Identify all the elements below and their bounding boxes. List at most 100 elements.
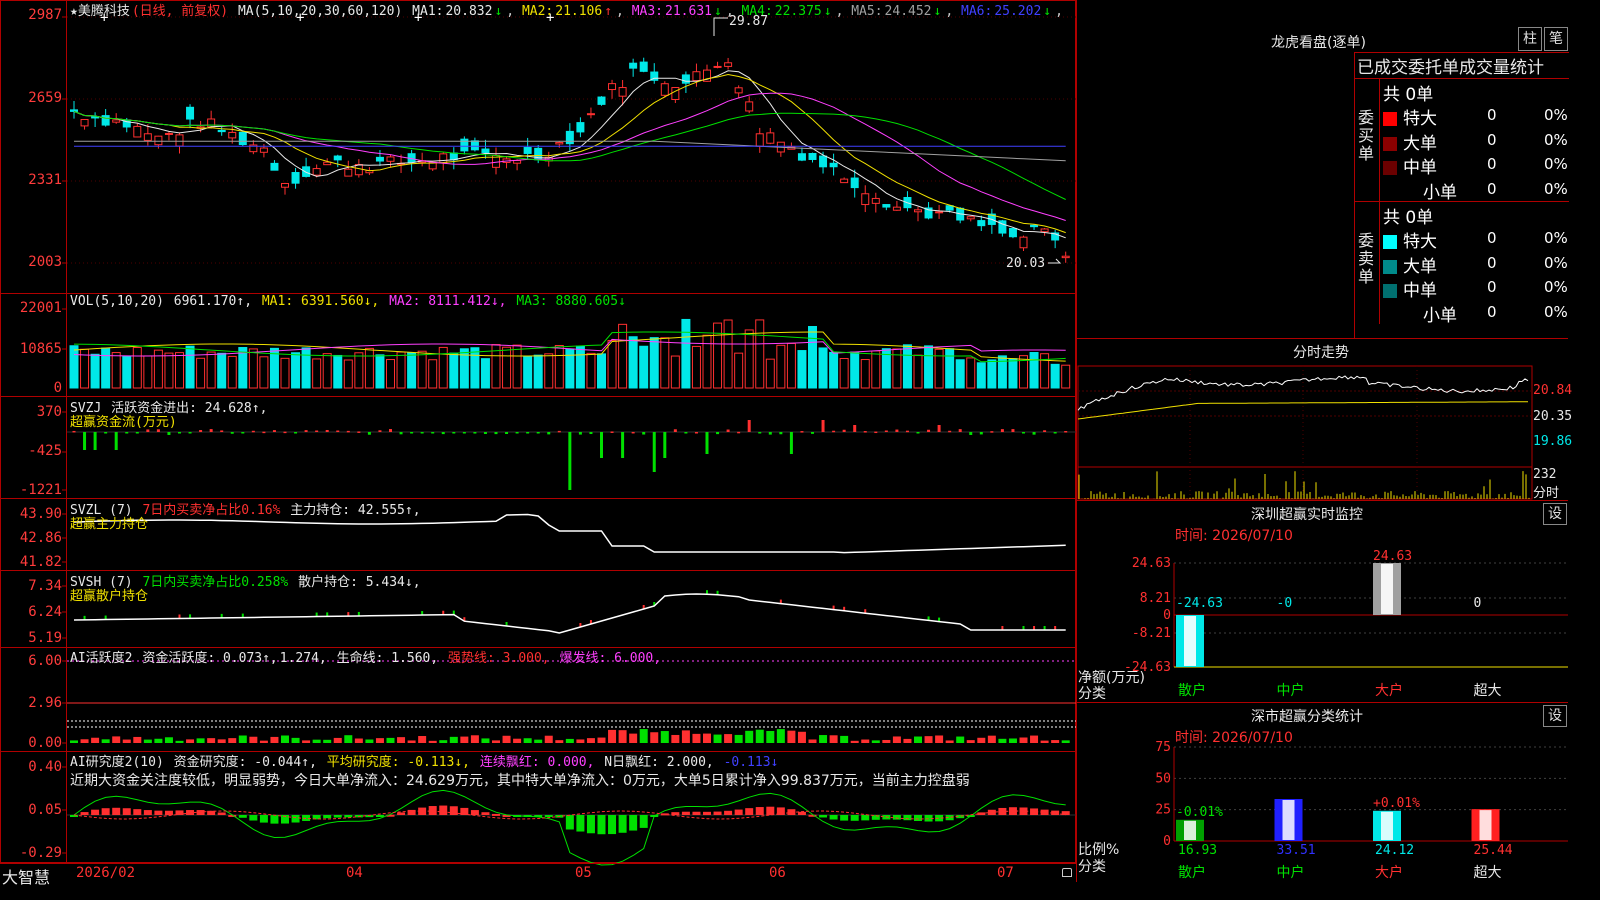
candle-body xyxy=(175,134,184,147)
ai1-bar xyxy=(871,740,880,743)
fenshi-panel[interactable]: 分时走势 20.84 20.35 19.86 232 分时 xyxy=(1077,338,1572,501)
ai2-bar xyxy=(576,815,585,832)
ma-label: MA6: xyxy=(961,4,993,19)
ai2-bar xyxy=(639,815,648,828)
svzj-bar xyxy=(251,430,255,433)
volume-bar xyxy=(164,352,174,389)
svsh-ytick-2: 5.19 xyxy=(28,630,62,646)
color-square-icon xyxy=(1383,284,1397,298)
sell-side-label-box: 委卖单 xyxy=(1355,202,1380,324)
candle-body xyxy=(977,220,986,227)
ai2-bar xyxy=(101,808,110,815)
volume-bar xyxy=(111,352,121,389)
color-square-icon xyxy=(1383,259,1397,274)
main-chart-area[interactable]: + + + + ★美腾科技 (日线, 前复权) MA(5,10,20,30,60,120… xyxy=(0,0,1076,887)
candle-body xyxy=(217,129,226,133)
ai2-bar xyxy=(713,811,722,815)
sell-row-2: 中单 0 0% xyxy=(1383,276,1569,301)
mid-line xyxy=(1355,201,1569,202)
lock-icon[interactable] xyxy=(1062,868,1072,877)
svzj-bar xyxy=(948,430,952,433)
svsh-ytick-1: 6.24 xyxy=(28,604,62,620)
ai2-bar xyxy=(681,811,690,815)
ai1-bar xyxy=(671,734,680,743)
ai2-bar xyxy=(797,811,806,815)
longhu-title: 龙虎看盘(逐单) xyxy=(1271,35,1366,51)
svzj-bar xyxy=(473,432,477,434)
volume-bar xyxy=(312,358,322,389)
ai2-bar xyxy=(565,815,574,830)
volume-bar xyxy=(913,354,923,389)
svzj-bar xyxy=(747,420,751,432)
volume-bar xyxy=(649,337,659,389)
svzj-bar xyxy=(1032,432,1036,435)
ai2-bar xyxy=(154,810,163,815)
sc-value-label: 24.12 xyxy=(1375,843,1414,858)
candle-body xyxy=(323,161,332,166)
ai1-bar xyxy=(745,730,754,743)
ai2-bar xyxy=(724,810,733,815)
volume-bar xyxy=(69,345,79,389)
ai1-bar xyxy=(945,740,954,743)
ai1-bar xyxy=(291,737,300,743)
ai1-bar xyxy=(713,734,722,743)
volume-bar xyxy=(375,354,385,389)
ai2-bar xyxy=(164,810,173,815)
ai1-bar xyxy=(639,729,648,743)
ma-value-5: MA5: 24.452 ↓ xyxy=(851,4,943,19)
candle-body xyxy=(270,162,279,171)
sc-bar-highlight xyxy=(1184,820,1196,840)
volume-bar xyxy=(829,351,839,389)
column-view-button[interactable]: 柱 xyxy=(1518,27,1542,51)
tick-view-button[interactable]: 笔 xyxy=(1544,27,1568,51)
volume-bar xyxy=(586,352,596,389)
ai1-title: AI活跃度2 xyxy=(70,651,133,666)
low-marker xyxy=(1048,258,1062,264)
ai1-bar xyxy=(534,739,543,743)
vol-ma2: MA2: 8111.412↓, xyxy=(389,294,507,309)
sz-category: 中户 xyxy=(1277,682,1305,699)
candle-body xyxy=(871,197,880,204)
candle-body xyxy=(914,209,922,213)
candle-body xyxy=(608,83,617,91)
ai2-bar xyxy=(629,815,638,831)
volume-bar xyxy=(618,323,628,389)
candle-body xyxy=(819,155,828,168)
ma-label: MA5: xyxy=(851,4,883,19)
ai1-bar xyxy=(460,736,469,743)
ai2-bar xyxy=(333,815,342,818)
svzj-bar xyxy=(114,432,118,450)
sell-row-3: 小单 0 0% xyxy=(1383,301,1569,326)
candle-body xyxy=(259,147,268,153)
sc-category: 散户 xyxy=(1178,864,1206,881)
volume-bar xyxy=(734,352,744,389)
vol-title: VOL(5,10,20) xyxy=(70,294,164,309)
sc-ytick: 25 xyxy=(1155,803,1171,818)
ma-number: 20.832 xyxy=(445,4,493,19)
svzj-bar xyxy=(83,432,87,450)
longhu-table: 已成交委托单成交量统计 委买单 共 0单 特大 0 0% 大单 0 0% 中单 0 0% 小单 0 0… xyxy=(1354,52,1569,339)
ai1-bar xyxy=(449,736,458,743)
svzj-bar xyxy=(768,432,772,435)
svzj-bar xyxy=(547,432,551,435)
volume-bar xyxy=(386,359,395,389)
sc-value-label: 25.44 xyxy=(1474,843,1513,858)
row-label: 中单 xyxy=(1403,158,1437,178)
volume-bar xyxy=(575,345,585,389)
stock-name[interactable]: ★美腾科技 xyxy=(70,4,130,19)
svsh-p1: 7日内买卖净占比0.258% xyxy=(142,575,289,590)
svzj-bar xyxy=(895,429,899,432)
ai1-bar xyxy=(608,729,617,743)
candle-body xyxy=(629,62,638,69)
svzj-sub: 超赢资金流(万元) xyxy=(70,415,177,430)
volume-bar xyxy=(428,359,438,389)
ai2-bar xyxy=(829,815,838,820)
candle-body xyxy=(555,141,564,145)
candle-body xyxy=(892,206,901,211)
sz-category: 超大 xyxy=(1474,683,1502,699)
ai2-bar xyxy=(586,815,595,834)
ai1-bar xyxy=(112,736,121,743)
ai2-bar xyxy=(91,809,100,815)
svzj-bar xyxy=(536,432,540,434)
ai2-ytick-2: -0.29 xyxy=(19,845,62,861)
